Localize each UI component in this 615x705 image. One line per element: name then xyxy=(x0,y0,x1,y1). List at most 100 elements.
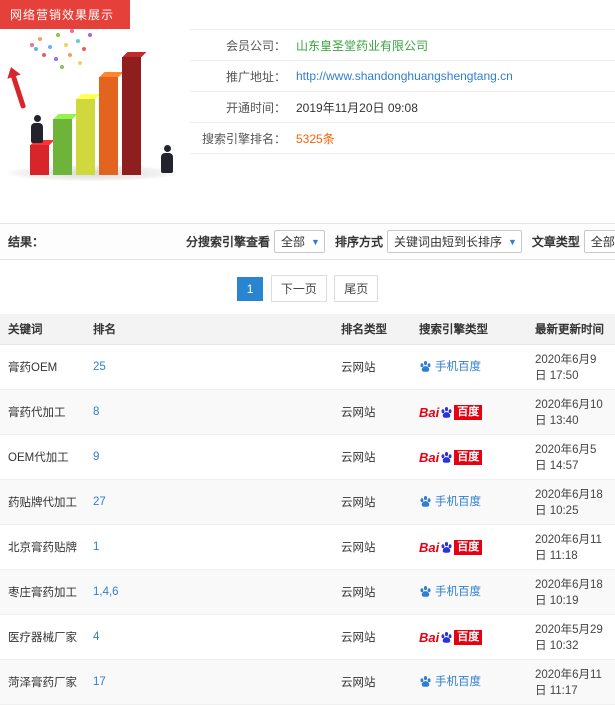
info-row-company: 会员公司： 山东皇圣堂药业有限公司 xyxy=(190,30,615,61)
businessman-figure-right xyxy=(160,145,174,173)
mobile-baidu-badge: 手机百度 xyxy=(419,583,481,599)
keyword-cell: 膏药代加工 xyxy=(0,389,85,435)
baidu-paw-icon xyxy=(441,631,452,643)
keyword-cell: 药贴牌代加工 xyxy=(0,479,85,525)
last-page-button[interactable]: 尾页 xyxy=(334,275,379,302)
update-time-cell: 2020年6月18日 10:25 xyxy=(527,479,615,525)
header-engine-type: 搜索引擎类型 xyxy=(411,314,527,345)
company-link[interactable]: 山东皇圣堂药业有限公司 xyxy=(296,37,428,54)
promo-url-label: 推广地址： xyxy=(225,69,286,84)
chevron-down-icon: ▼ xyxy=(507,236,517,247)
keyword-cell: 医疗器械厂家 xyxy=(0,614,85,660)
engine-filter-label: 分搜索引擎查看 xyxy=(186,235,271,249)
update-time-cell: 2020年6月5日 14:57 xyxy=(527,434,615,480)
update-time-cell: 2020年6月18日 10:19 xyxy=(527,569,615,615)
rank-cell[interactable]: 1 xyxy=(85,524,333,570)
table-row: 北京膏药贴牌 1 云网站 Bai 百度 2020年6月11日 11:18 xyxy=(0,524,615,570)
results-table: 关键词 排名 排名类型 搜索引擎类型 最新更新时间 膏药OEM 25 云网站 手机百度… xyxy=(0,314,615,705)
rank-cell[interactable]: 1,4,6 xyxy=(85,569,333,615)
graphic-bar xyxy=(122,57,141,175)
table-row: OEM代加工 9 云网站 Bai 百度 2020年6月5日 14:57 xyxy=(0,434,615,480)
open-time-label: 开通时间： xyxy=(225,100,286,115)
mobile-baidu-badge: 手机百度 xyxy=(419,358,481,374)
update-time-cell: 2020年6月10日 13:40 xyxy=(527,389,615,435)
promo-url-link[interactable]: http://www.shandonghuangshengtang.cn xyxy=(296,69,513,83)
chevron-down-icon: ▼ xyxy=(311,236,320,247)
header-rank: 排名 xyxy=(85,314,333,345)
filter-bar: 结果： 分搜索引擎查看 全部 ▼ 排序方式 关键词由短到长排序 ▼ 文章类型 全… xyxy=(0,223,615,260)
mobile-baidu-paw-icon xyxy=(420,360,431,372)
page-title: 网络营销效果展示 xyxy=(0,0,131,29)
result-label: 结果： xyxy=(8,235,45,249)
engine-cell: Bai 百度 xyxy=(411,524,527,570)
engine-cell: 手机百度 xyxy=(411,569,527,615)
graphic-bar xyxy=(53,119,72,175)
table-row: 药贴牌代加工 27 云网站 手机百度 2020年6月18日 10:25 xyxy=(0,479,615,525)
graphic-bar xyxy=(99,77,118,175)
businessman-figure-left xyxy=(30,115,44,143)
rank-type-cell: 云网站 xyxy=(333,434,411,480)
engine-filter-select[interactable]: 全部 ▼ xyxy=(274,230,325,253)
confetti-dots-decoration xyxy=(30,43,34,47)
rank-cell[interactable]: 25 xyxy=(85,344,333,390)
engine-cell: Bai 百度 xyxy=(411,614,527,660)
keyword-cell: 枣庄膏药加工 xyxy=(0,569,85,615)
keyword-cell: 菏泽膏药厂家 xyxy=(0,659,85,705)
baidu-paw-icon xyxy=(441,451,452,463)
engine-filter-selected-value: 全部 xyxy=(281,235,306,249)
growth-arrow-icon xyxy=(10,75,27,109)
baidu-logo: Bai 百度 xyxy=(419,449,483,465)
update-time-cell: 2020年6月9日 17:50 xyxy=(527,344,615,390)
rank-type-cell: 云网站 xyxy=(333,344,411,390)
header-update-time: 最新更新时间 xyxy=(527,314,615,345)
mobile-baidu-paw-icon xyxy=(420,585,431,597)
sort-select[interactable]: 关键词由短到长排序 ▼ xyxy=(386,230,522,253)
results-table-body: 膏药OEM 25 云网站 手机百度 2020年6月9日 17:50 膏药代加工 8 云网站 Ba… xyxy=(0,344,615,705)
next-page-button[interactable]: 下一页 xyxy=(270,275,327,302)
rank-count-label: 搜索引擎排名： xyxy=(201,131,286,146)
engine-cell: Bai 百度 xyxy=(411,434,527,480)
baidu-logo: Bai 百度 xyxy=(419,539,483,555)
rank-cell[interactable]: 8 xyxy=(85,389,333,435)
top-section: 会员公司： 山东皇圣堂药业有限公司 推广地址： http://www.shand… xyxy=(0,29,615,187)
table-header-row: 关键词 排名 排名类型 搜索引擎类型 最新更新时间 xyxy=(0,314,615,345)
mobile-baidu-badge: 手机百度 xyxy=(419,673,481,689)
rank-type-cell: 云网站 xyxy=(333,659,411,705)
mobile-baidu-paw-icon xyxy=(420,675,431,687)
rank-cell[interactable]: 27 xyxy=(85,479,333,525)
engine-cell: 手机百度 xyxy=(411,479,527,525)
update-time-cell: 2020年5月29日 10:32 xyxy=(527,614,615,660)
bar-chart-graphic xyxy=(30,57,141,175)
baidu-paw-icon xyxy=(441,541,452,553)
rank-cell[interactable]: 9 xyxy=(85,434,333,480)
info-row-rank-count: 搜索引擎排名： 5325条 xyxy=(190,123,615,154)
info-row-open-time: 开通时间： 2019年11月20日 09:08 xyxy=(190,92,615,123)
mobile-baidu-paw-icon xyxy=(420,495,431,507)
rank-type-cell: 云网站 xyxy=(333,524,411,570)
table-row: 膏药代加工 8 云网站 Bai 百度 2020年6月10日 13:40 xyxy=(0,389,615,435)
mobile-baidu-badge: 手机百度 xyxy=(419,493,481,509)
header-rank-type: 排名类型 xyxy=(333,314,411,345)
pagination: 1 下一页 尾页 xyxy=(0,275,615,302)
engine-cell: 手机百度 xyxy=(411,659,527,705)
graphic-bar xyxy=(30,145,49,175)
keyword-cell: 北京膏药贴牌 xyxy=(0,524,85,570)
engine-cell: Bai 百度 xyxy=(411,389,527,435)
table-row: 医疗器械厂家 4 云网站 Bai 百度 2020年5月29日 10:32 xyxy=(0,614,615,660)
table-row: 菏泽膏药厂家 17 云网站 手机百度 2020年6月11日 11:17 xyxy=(0,659,615,705)
rank-cell[interactable]: 17 xyxy=(85,659,333,705)
update-time-cell: 2020年6月11日 11:17 xyxy=(527,659,615,705)
member-info-panel: 会员公司： 山东皇圣堂药业有限公司 推广地址： http://www.shand… xyxy=(190,29,615,187)
article-type-select[interactable]: 全部 ▼ xyxy=(583,230,615,253)
rank-cell[interactable]: 4 xyxy=(85,614,333,660)
rank-type-cell: 云网站 xyxy=(333,479,411,525)
keyword-cell: 膏药OEM xyxy=(0,344,85,390)
baidu-logo: Bai 百度 xyxy=(419,629,483,645)
article-type-selected-value: 全部 xyxy=(590,235,615,249)
article-type-label: 文章类型 xyxy=(531,235,580,249)
rank-count-value: 5325条 xyxy=(296,131,335,146)
open-time-value: 2019年11月20日 09:08 xyxy=(296,100,418,115)
engine-cell: 手机百度 xyxy=(411,344,527,390)
baidu-logo: Bai 百度 xyxy=(419,404,483,420)
page-number-current[interactable]: 1 xyxy=(236,277,264,301)
